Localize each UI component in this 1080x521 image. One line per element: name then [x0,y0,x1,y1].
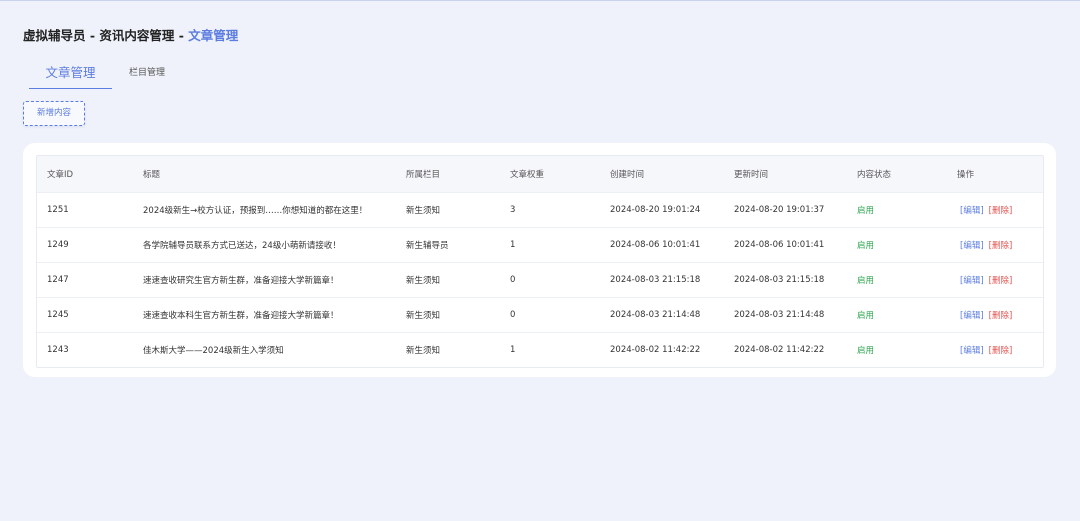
delete-link[interactable]: [删除] [989,204,1013,216]
row-created-time: 2024-08-03 21:15:18 [610,275,701,285]
edit-link[interactable]: [编辑] [960,309,984,321]
row-title: 各学院辅导员联系方式已送达，24级小萌新请接收！ [143,241,341,251]
row-created-time: 2024-08-20 19:01:24 [610,205,701,215]
row-column: 新生须知 [406,276,441,286]
row-weight: 1 [510,240,516,250]
delete-link[interactable]: [删除] [989,344,1013,356]
top-border [0,0,1080,1]
row-operations: [编辑] [删除] [957,193,1012,227]
page-title-prefix: 虚拟辅导员 - 资讯内容管理 - [23,28,189,43]
row-article-id: 1245 [47,310,69,320]
header-updated-time: 更新时间 [734,170,769,180]
table-row: 1245 速速查收本科生官方新生群，准备迎接大学新篇章！ 新生须知 0 2024… [37,298,1043,333]
table-row: 1247 速速查收研究生官方新生群，准备迎接大学新篇章！ 新生须知 0 2024… [37,263,1043,298]
tab-column-management[interactable]: 栏目管理 [121,62,173,88]
header-status: 内容状态 [857,170,892,180]
article-table: 文章ID 标题 所属栏目 文章权重 创建时间 更新时间 内容状态 操作 1251… [36,155,1044,368]
edit-link[interactable]: [编辑] [960,239,984,251]
row-article-id: 1243 [47,345,69,355]
edit-link[interactable]: [编辑] [960,204,984,216]
row-operations: [编辑] [删除] [957,263,1012,297]
header-operations: 操作 [957,170,975,180]
row-title: 2024级新生→校方认证，预报到……你想知道的都在这里！ [143,206,368,216]
header-created-time: 创建时间 [610,170,645,180]
content-card: 文章ID 标题 所属栏目 文章权重 创建时间 更新时间 内容状态 操作 1251… [23,143,1056,377]
header-article-id: 文章ID [47,170,74,180]
row-column: 新生辅导员 [406,241,449,251]
row-weight: 0 [510,310,516,320]
page-title-current: 文章管理 [188,28,239,43]
row-status-badge: 启用 [857,346,875,356]
row-updated-time: 2024-08-03 21:14:48 [734,310,825,320]
row-weight: 1 [510,345,516,355]
row-status-badge: 启用 [857,311,875,321]
row-column: 新生须知 [406,346,441,356]
row-operations: [编辑] [删除] [957,228,1012,262]
row-weight: 3 [510,205,516,215]
row-column: 新生须知 [406,206,441,216]
table-header-row: 文章ID 标题 所属栏目 文章权重 创建时间 更新时间 内容状态 操作 [37,156,1043,193]
table-row: 1243 佳木斯大学——2024级新生入学须知 新生须知 1 2024-08-0… [37,333,1043,367]
row-weight: 0 [510,275,516,285]
row-status-badge: 启用 [857,241,875,251]
row-column: 新生须知 [406,311,441,321]
row-updated-time: 2024-08-02 11:42:22 [734,345,825,355]
row-article-id: 1247 [47,275,69,285]
row-article-id: 1251 [47,205,69,215]
header-weight: 文章权重 [510,170,545,180]
row-title: 佳木斯大学——2024级新生入学须知 [143,346,284,356]
page-title: 虚拟辅导员 - 资讯内容管理 - 文章管理 [23,27,238,45]
row-status-badge: 启用 [857,206,875,216]
row-article-id: 1249 [47,240,69,250]
delete-link[interactable]: [删除] [989,239,1013,251]
table-row: 1249 各学院辅导员联系方式已送达，24级小萌新请接收！ 新生辅导员 1 20… [37,228,1043,263]
row-created-time: 2024-08-06 10:01:41 [610,240,701,250]
edit-link[interactable]: [编辑] [960,344,984,356]
table-row: 1251 2024级新生→校方认证，预报到……你想知道的都在这里！ 新生须知 3… [37,193,1043,228]
add-content-button[interactable]: 新增内容 [23,101,85,126]
header-title: 标题 [143,170,161,180]
row-operations: [编辑] [删除] [957,298,1012,332]
row-updated-time: 2024-08-03 21:15:18 [734,275,825,285]
header-column: 所属栏目 [406,170,441,180]
row-status-badge: 启用 [857,276,875,286]
row-operations: [编辑] [删除] [957,333,1012,367]
row-title: 速速查收研究生官方新生群，准备迎接大学新篇章！ [143,276,339,286]
delete-link[interactable]: [删除] [989,274,1013,286]
row-updated-time: 2024-08-06 10:01:41 [734,240,825,250]
row-created-time: 2024-08-03 21:14:48 [610,310,701,320]
tab-article-management[interactable]: 文章管理 [29,62,112,89]
row-title: 速速查收本科生官方新生群，准备迎接大学新篇章！ [143,311,339,321]
row-updated-time: 2024-08-20 19:01:37 [734,205,825,215]
row-created-time: 2024-08-02 11:42:22 [610,345,701,355]
delete-link[interactable]: [删除] [989,309,1013,321]
edit-link[interactable]: [编辑] [960,274,984,286]
